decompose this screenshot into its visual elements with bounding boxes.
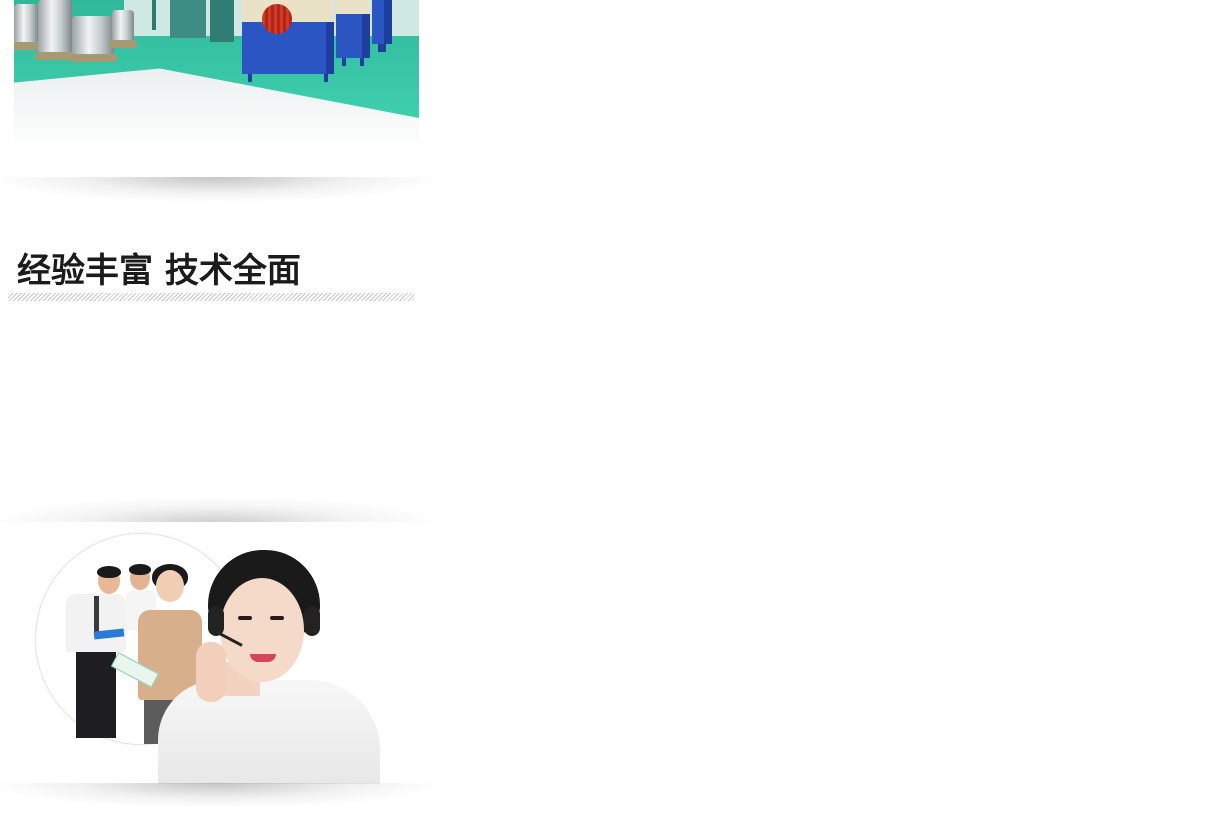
factory-equipment-image [14,0,419,150]
steel-tank [69,16,117,62]
steel-tank [109,10,137,48]
blue-machine [242,0,334,82]
shadow-divider [0,498,430,522]
shadow-divider [0,177,430,201]
blue-machine [372,0,392,52]
customer-service-image [0,520,430,784]
steel-tank [14,4,41,50]
heading-underline [8,293,414,301]
section-heading: 经验丰富 技术全面 [17,251,301,291]
machine-frame [170,0,206,38]
content-panel: 经验丰富 技术全面 [0,0,430,822]
blue-machine [336,0,370,66]
steel-tank [35,0,75,60]
machine-frame [152,0,156,30]
machine-frame [210,0,234,42]
shadow-divider [0,783,430,807]
